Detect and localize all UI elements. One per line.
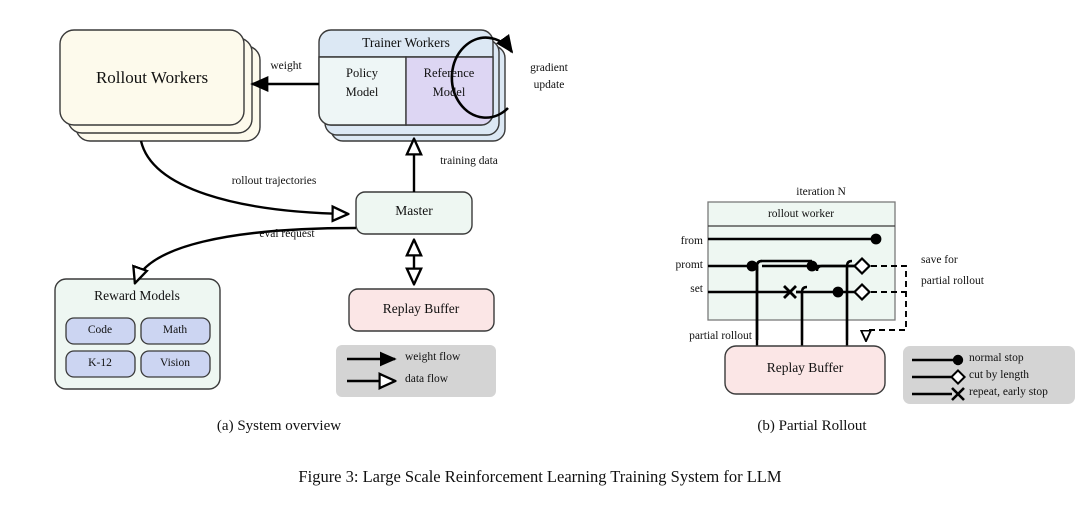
training-data-label: training data	[440, 155, 498, 167]
rollout-worker-label: rollout worker	[767, 208, 835, 220]
legend-b-normal-stop-label: normal stop	[969, 352, 1024, 364]
reward-model-vision[interactable]: Vision	[160, 357, 190, 370]
reference-model-line1: Reference	[423, 66, 475, 80]
subcaption-b: (b) Partial Rollout	[757, 418, 867, 434]
policy-model-line2: Model	[345, 85, 379, 99]
reward-model-code[interactable]: Code	[88, 324, 112, 337]
from-prompt-set-line3: set	[690, 283, 703, 295]
replay-buffer-label-a: Replay Buffer	[382, 301, 460, 316]
reference-model-line2: Model	[432, 85, 466, 99]
gradient-update-line2: update	[533, 79, 565, 91]
trainer-workers-label: Trainer Workers	[362, 35, 450, 50]
reward-models-label: Reward Models	[94, 288, 180, 303]
policy-model-line1: Policy	[346, 66, 378, 80]
eval-request-label: eval request	[259, 228, 315, 240]
rollout-trajectories-label: rollout trajectories	[231, 175, 317, 187]
replay-buffer-label-b: Replay Buffer	[766, 360, 844, 375]
subcaption-a: (a) System overview	[216, 418, 342, 434]
legend-b-cut-by-length-label: cut by length	[969, 369, 1030, 381]
partial-rollout-label: partial rollout	[689, 330, 752, 342]
legend-a-weight-flow-label: weight flow	[405, 351, 461, 363]
gradient-update-line1: gradient	[530, 62, 568, 74]
from-prompt-set-line1: from	[680, 235, 703, 247]
legend-a-data-flow-label: data flow	[405, 373, 449, 385]
iteration-label: iteration N	[796, 186, 846, 198]
figure-caption: Figure 3: Large Scale Reinforcement Lear…	[298, 467, 782, 486]
rollout-workers-label: Rollout Workers	[95, 68, 209, 87]
master-label: Master	[395, 203, 433, 218]
reward-model-k12[interactable]: K-12	[88, 357, 112, 370]
legend-b-repeat-early-stop-label: repeat, early stop	[969, 386, 1048, 398]
weight-edge-label: weight	[270, 60, 302, 72]
save-for-label-line2: partial rollout	[921, 275, 984, 287]
eval-request-arrow	[135, 226, 357, 283]
reward-model-math[interactable]: Math	[163, 324, 187, 337]
save-for-label-line1: save for	[921, 254, 958, 266]
figure-3: Rollout Workers Trainer Workers Policy M…	[0, 0, 1080, 513]
from-prompt-set-line2: promt	[675, 259, 703, 271]
